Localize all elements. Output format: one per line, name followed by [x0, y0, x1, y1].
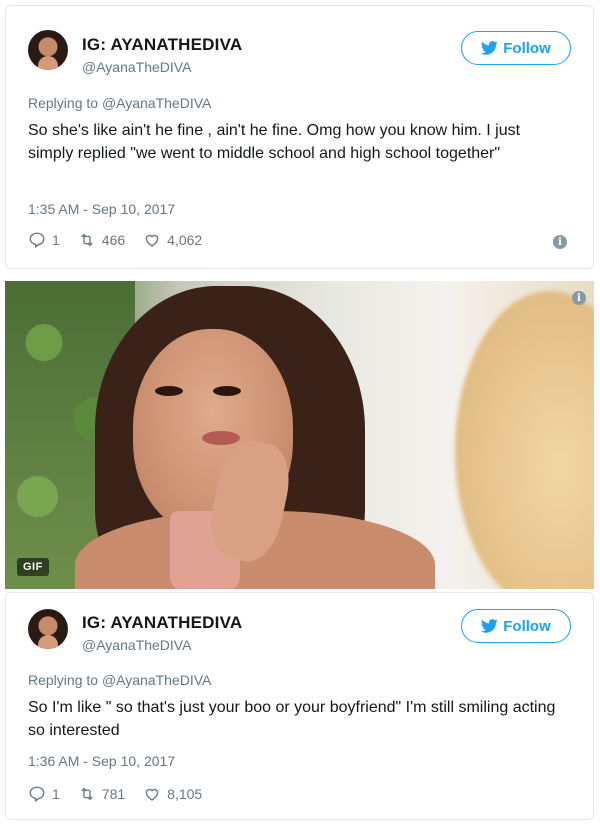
replying-to-handle[interactable]: @AyanaTheDIVA: [102, 672, 211, 688]
like-count: 4,062: [167, 232, 203, 248]
tweet-card-1: IG: AYANATHEDIVA @AyanaTheDIVA Follow Re…: [5, 5, 594, 269]
reply-count: 1: [52, 232, 60, 248]
replying-prefix: Replying to: [28, 95, 99, 111]
blonde-hair-foreground: [455, 291, 594, 589]
like-heart-icon: [145, 234, 159, 247]
tweet-actions: 1 781 8,105: [28, 785, 220, 803]
tweet-text: So I'm like " so that's just your boo or…: [28, 699, 556, 739]
timestamp[interactable]: 1:35 AM - Sep 10, 2017: [28, 201, 175, 217]
user-handle[interactable]: @AyanaTheDIVA: [82, 637, 191, 653]
gif-badge: GIF: [17, 558, 49, 576]
like-action[interactable]: 4,062: [143, 231, 202, 249]
retweet-icon: [81, 233, 93, 247]
follow-button[interactable]: Follow: [461, 609, 571, 643]
replying-prefix: Replying to: [28, 672, 99, 688]
gif-media[interactable]: GIF i: [5, 281, 594, 589]
tweet-text: So she's like ain't he fine , ain't he f…: [28, 122, 521, 162]
replying-to-handle[interactable]: @AyanaTheDIVA: [102, 95, 211, 111]
like-count: 8,105: [167, 786, 203, 802]
like-heart-icon: [145, 788, 159, 801]
retweet-icon: [81, 787, 93, 801]
twitter-bird-icon: [481, 41, 498, 55]
timestamp[interactable]: 1:36 AM - Sep 10, 2017: [28, 753, 175, 769]
info-icon[interactable]: i: [572, 291, 586, 305]
twitter-bird-icon: [481, 619, 498, 633]
reply-icon: [29, 232, 45, 249]
tweet-actions: 1 466 4,062: [28, 231, 220, 249]
user-handle[interactable]: @AyanaTheDIVA: [82, 59, 191, 75]
avatar[interactable]: [28, 30, 68, 70]
like-action[interactable]: 8,105: [143, 785, 202, 803]
follow-label: Follow: [503, 39, 551, 57]
display-name[interactable]: IG: AYANATHEDIVA: [82, 613, 242, 633]
reply-count: 1: [52, 786, 60, 802]
right-eye: [213, 386, 241, 396]
follow-button[interactable]: Follow: [461, 31, 571, 65]
retweet-action[interactable]: 781: [78, 785, 125, 803]
reply-action[interactable]: 1: [28, 231, 60, 249]
retweet-action[interactable]: 466: [78, 231, 125, 249]
avatar[interactable]: [28, 609, 68, 649]
replying-to: Replying to @AyanaTheDIVA: [28, 95, 211, 111]
reply-action[interactable]: 1: [28, 785, 60, 803]
follow-label: Follow: [503, 617, 551, 635]
reply-icon: [29, 786, 45, 803]
lips: [202, 431, 240, 445]
replying-to: Replying to @AyanaTheDIVA: [28, 672, 211, 688]
retweet-count: 781: [101, 786, 126, 802]
retweet-count: 466: [101, 232, 126, 248]
tweet-card-2: IG: AYANATHEDIVA @AyanaTheDIVA Follow Re…: [5, 592, 594, 820]
display-name[interactable]: IG: AYANATHEDIVA: [82, 35, 242, 55]
left-eye: [155, 386, 183, 396]
info-icon[interactable]: i: [553, 235, 567, 249]
